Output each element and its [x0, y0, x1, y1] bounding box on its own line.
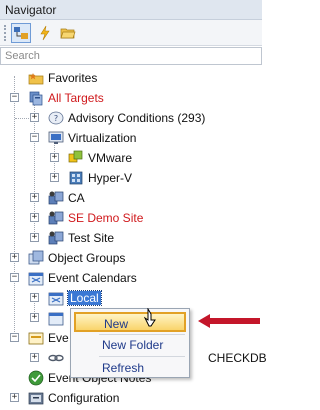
lightning-icon — [40, 25, 50, 41]
folder-open-icon — [60, 28, 76, 39]
expand-toggle[interactable]: + — [10, 253, 19, 262]
tree-node-all-targets[interactable]: All Targets — [28, 88, 104, 108]
context-menu: New New Folder Refresh — [70, 308, 190, 378]
tree-label: CHECKDB — [208, 351, 267, 365]
tree-line — [15, 118, 29, 119]
panel-title: Navigator — [5, 3, 57, 17]
tree-node-vmware[interactable]: VMware — [68, 148, 132, 168]
configuration-icon — [28, 392, 44, 405]
event-icon — [28, 332, 44, 345]
navigator-view-icon — [14, 27, 28, 39]
notes-icon — [28, 370, 44, 386]
menu-item-new[interactable]: New — [74, 312, 186, 332]
expand-toggle[interactable]: + — [30, 353, 39, 362]
tree-label: Eve — [48, 331, 69, 345]
object-group-icon — [28, 250, 44, 265]
expand-toggle[interactable]: + — [30, 313, 39, 322]
tree-label: Hyper-V — [88, 171, 133, 185]
tree-node-ca[interactable]: CA — [48, 188, 85, 208]
site-icon — [48, 211, 64, 225]
expand-toggle[interactable]: + — [10, 393, 19, 402]
navigator-view-button[interactable] — [11, 23, 31, 43]
callout-arrow-icon — [198, 314, 260, 328]
tree-label: Object Groups — [48, 251, 126, 265]
tree-label: Event Calendars — [48, 271, 137, 285]
tree-label: Favorites — [48, 71, 98, 85]
tree-line — [14, 76, 15, 334]
tree-node-local[interactable]: Local — [48, 288, 102, 308]
tree-node-advisory-conditions[interactable]: ? Advisory Conditions (293) — [48, 108, 205, 128]
calendar-icon — [48, 312, 64, 326]
site-icon — [48, 191, 64, 205]
tree-label: All Targets — [48, 91, 104, 105]
expand-toggle[interactable]: + — [50, 153, 59, 162]
link-icon — [48, 354, 64, 362]
tree-node-calendar-hidden[interactable] — [48, 308, 68, 328]
collapse-toggle[interactable]: − — [30, 133, 39, 142]
calendar-icon — [48, 292, 64, 306]
tree-label: VMware — [88, 151, 133, 165]
collapse-toggle[interactable]: − — [10, 93, 19, 102]
tree-node-se-demo-site[interactable]: SE Demo Site — [48, 208, 143, 228]
advisory-icon: ? — [48, 111, 64, 125]
tree-label: Advisory Conditions (293) — [68, 111, 206, 125]
tree-node-virtualization[interactable]: Virtualization — [48, 128, 136, 148]
server-group-icon — [29, 91, 43, 106]
expand-toggle[interactable]: + — [30, 213, 39, 222]
menu-item-new-folder[interactable]: New Folder — [74, 335, 186, 355]
menu-separator — [99, 356, 185, 357]
search-box — [0, 47, 262, 65]
tree-label: Test Site — [68, 231, 115, 245]
site-icon — [48, 231, 64, 245]
tree-node-test-site[interactable]: Test Site — [48, 228, 114, 248]
expand-toggle[interactable]: + — [30, 293, 39, 302]
expand-toggle[interactable]: + — [50, 173, 59, 182]
mouse-pointer-icon — [144, 308, 156, 327]
expand-toggle[interactable]: + — [30, 193, 39, 202]
expand-toggle[interactable]: + — [30, 233, 39, 242]
menu-item-refresh[interactable]: Refresh — [74, 358, 186, 378]
navigator-toolbar — [0, 20, 262, 46]
calendar-icon — [28, 272, 44, 286]
tree-node-event-calendars[interactable]: Event Calendars — [28, 268, 137, 288]
svg-text:?: ? — [54, 114, 58, 123]
search-input[interactable] — [1, 48, 241, 64]
tree-node-favorites[interactable]: Favorites — [28, 68, 97, 88]
tree-label: SE Demo Site — [68, 211, 144, 225]
panel-title-bar: Navigator — [0, 0, 262, 20]
tree-label: Virtualization — [68, 131, 137, 145]
monitor-icon — [48, 131, 64, 144]
collapse-toggle[interactable]: − — [10, 273, 19, 282]
tree-node-events-partial[interactable]: Eve — [28, 328, 69, 348]
hyper-v-icon — [69, 171, 83, 185]
tree-node-configuration[interactable]: Configuration — [28, 388, 119, 408]
tree-label: Configuration — [48, 391, 120, 405]
toolbar-grip[interactable] — [4, 25, 6, 41]
alerts-button[interactable] — [35, 23, 55, 43]
tree-node-object-groups[interactable]: Object Groups — [28, 248, 125, 268]
open-folder-button[interactable] — [58, 23, 78, 43]
expand-toggle[interactable]: + — [30, 113, 39, 122]
vmware-icon — [68, 150, 83, 163]
star-folder-icon — [28, 73, 44, 85]
collapse-toggle[interactable]: − — [10, 333, 19, 342]
tree-node-hyper-v[interactable]: Hyper-V — [68, 168, 132, 188]
tree-label-selected: Local — [67, 290, 102, 306]
tree-label: CA — [68, 191, 85, 205]
